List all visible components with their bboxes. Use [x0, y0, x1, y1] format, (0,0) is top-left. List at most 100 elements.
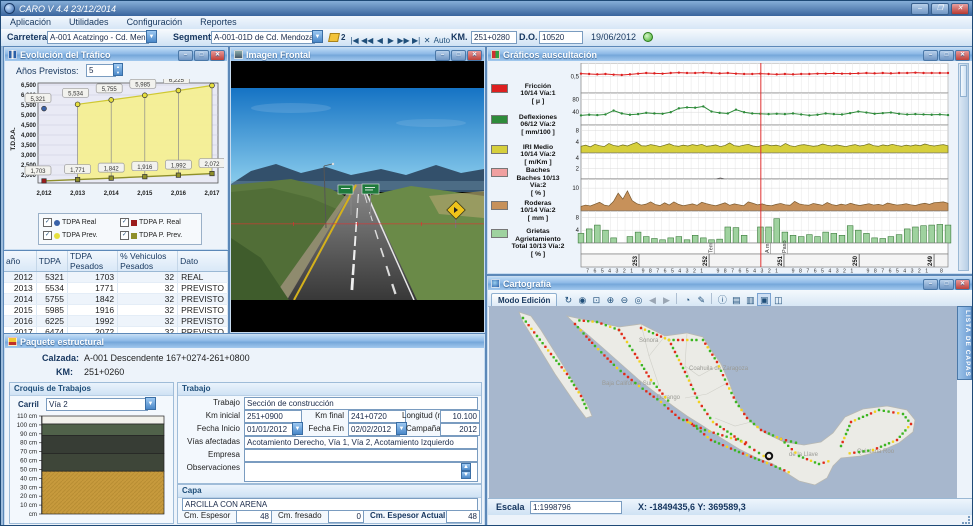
maximize-button[interactable]: ❐ [931, 3, 949, 15]
menu-item-reportes[interactable]: Reportes [191, 16, 246, 29]
tag-icon [328, 33, 340, 42]
do-field[interactable]: 10520 [539, 31, 583, 44]
legend-checkbox[interactable]: ✓ [43, 231, 52, 240]
minimize-icon[interactable]: – [923, 279, 938, 290]
observaciones-field[interactable] [244, 462, 478, 482]
circle-marker-icon [54, 220, 60, 226]
table-row[interactable]: 20155985191632PREVISTO [4, 305, 228, 316]
tdpa-table[interactable]: añoTDPATDPA Pesados% Vehiculos PesadosDa… [4, 251, 228, 338]
fecha-fin-field[interactable]: 02/02/2012 [348, 423, 400, 436]
close-icon[interactable]: ✕ [467, 50, 482, 61]
minimize-icon[interactable]: – [435, 50, 450, 61]
column-header-4[interactable]: Dato [178, 251, 228, 272]
km-paquete-value: 251+0260 [84, 367, 124, 377]
fecha-inicio-field[interactable]: 01/01/2012 [244, 423, 296, 436]
minimize-icon[interactable]: – [178, 50, 193, 61]
segmento-combo[interactable]: A-001-01D de Cd. Mendoza A Acatzingo [211, 31, 315, 44]
date-refresh-icon[interactable] [643, 32, 653, 42]
carretera-combo[interactable]: A-001 Acatzingo - Cd. Mendoza [47, 31, 149, 44]
table-row[interactable]: 20145755184232PREVISTO [4, 294, 228, 305]
legend-checkbox[interactable]: ✓ [120, 231, 129, 240]
maximize-icon[interactable]: □ [194, 50, 209, 61]
column-header-1[interactable]: TDPA [36, 251, 67, 272]
observaciones-scroll-up-icon[interactable]: ▲ [461, 463, 471, 471]
svg-text:5,500: 5,500 [21, 103, 37, 109]
menu-item-configuracin[interactable]: Configuración [118, 16, 192, 29]
legend-checkbox[interactable]: ✓ [43, 218, 52, 227]
svg-text:10 cm: 10 cm [20, 502, 37, 509]
minimize-button[interactable]: – [911, 3, 929, 15]
svg-text:2,017: 2,017 [204, 191, 220, 197]
svg-text:253: 253 [633, 255, 639, 266]
legend-tdpa-p-real[interactable]: ✓TDPA P. Real [120, 216, 197, 229]
cell: 2012 [4, 272, 36, 283]
close-icon[interactable]: ✕ [955, 50, 970, 61]
fresado-field[interactable]: 0 [328, 510, 364, 523]
mexico-map[interactable]: Baja California SurSonoraCoahuila de Zar… [489, 306, 957, 499]
panel-paquete-estructural: Paquete estructural Calzada: A-001 Desce… [3, 333, 486, 526]
resize-grip[interactable] [962, 516, 970, 524]
legend-tdpa-prev-[interactable]: ✓TDPA Prev. [43, 229, 120, 242]
anios-previstos-field[interactable]: 5 [86, 64, 116, 77]
menu-item-utilidades[interactable]: Utilidades [60, 16, 118, 29]
km-field[interactable]: 251+0280 [471, 31, 517, 44]
close-button[interactable]: ✕ [951, 3, 969, 15]
espesor-actual-field[interactable]: 48 [446, 510, 480, 523]
map-status-bar: Escala 1:1998796 X: -1849435,6 Y: 369589… [488, 498, 972, 515]
column-header-2[interactable]: TDPA Pesados [67, 251, 117, 272]
carretera-dropdown-icon[interactable]: ▼ [146, 30, 157, 43]
cell: 32 [118, 294, 178, 305]
campana-field[interactable]: 2012 [440, 423, 480, 436]
menu-bar: AplicaciónUtilidadesConfiguraciónReporte… [1, 16, 972, 30]
maximize-icon[interactable]: □ [451, 50, 466, 61]
vertical-scrollbar[interactable] [958, 63, 969, 271]
svg-text:6: 6 [738, 269, 741, 274]
legend-tdpa-real[interactable]: ✓TDPA Real [43, 216, 120, 229]
svg-text:8: 8 [724, 269, 727, 274]
close-icon[interactable]: ✕ [210, 50, 225, 61]
cell: 1916 [67, 305, 117, 316]
table-row[interactable]: 20135534177132PREVISTO [4, 283, 228, 294]
anios-spinner[interactable]: ▲▼ [113, 63, 123, 76]
trabajo-field[interactable]: Sección de construcción [244, 397, 478, 410]
legend-roderas: Roderas10/14 Vía:2[ mm ] [491, 200, 565, 223]
carril-combo[interactable]: Vía 2 [46, 398, 148, 411]
carril-dropdown-icon[interactable]: ▼ [145, 397, 156, 410]
tag-button[interactable]: 2 [329, 33, 345, 42]
legend-tdpa-p-prev-[interactable]: ✓TDPA P. Prev. [120, 229, 197, 242]
imagen-title-bar: Imagen Frontal – □ ✕ [231, 48, 484, 61]
vehicle-icon[interactable]: ▣ [757, 293, 771, 306]
svg-text:9: 9 [642, 269, 645, 274]
circle-marker-icon [54, 233, 60, 239]
fecha-inicio-dropdown-icon[interactable]: ▼ [292, 422, 303, 435]
cell: 1703 [67, 272, 117, 283]
table-row[interactable]: 20125321170332REAL [4, 272, 228, 283]
espesor-field[interactable]: 48 [236, 510, 272, 523]
menu-item-aplicacin[interactable]: Aplicación [1, 16, 60, 29]
legend-text: Roderas10/14 Vía:2[ mm ] [511, 200, 565, 223]
cell: PREVISTO [178, 283, 228, 294]
observaciones-scroll-down-icon[interactable]: ▼ [461, 471, 471, 479]
trabajo-label: Trabajo [182, 398, 240, 407]
legend-checkbox[interactable]: ✓ [120, 218, 129, 227]
svg-text:1: 1 [630, 269, 633, 274]
table-row[interactable]: 20166225199232PREVISTO [4, 316, 228, 327]
cell: 5985 [36, 305, 67, 316]
escala-field[interactable]: 1:1998796 [530, 501, 622, 514]
maximize-icon[interactable]: □ [939, 279, 954, 290]
close-icon[interactable]: ✕ [955, 279, 970, 290]
empresa-field[interactable] [244, 449, 478, 462]
cell: 1771 [67, 283, 117, 294]
minimize-icon[interactable]: – [923, 50, 938, 61]
road-photo [231, 88, 484, 300]
segmento-dropdown-icon[interactable]: ▼ [312, 30, 323, 43]
column-header-0[interactable]: año [4, 251, 36, 272]
longitud-field[interactable]: 10.100 [440, 410, 480, 423]
vias-afectadas-field[interactable]: Acotamiento Derecho, Vía 1, Vía 2, Acota… [244, 436, 478, 449]
fecha-inicio-label: Fecha Inicio [182, 424, 240, 433]
column-header-3[interactable]: % Vehiculos Pesados [118, 251, 178, 272]
svg-text:2,072: 2,072 [204, 162, 220, 168]
maximize-icon[interactable]: □ [939, 50, 954, 61]
lista-capas-tab[interactable]: LISTA DE CAPAS [957, 306, 972, 380]
date-value: 19/06/2012 [591, 32, 636, 42]
